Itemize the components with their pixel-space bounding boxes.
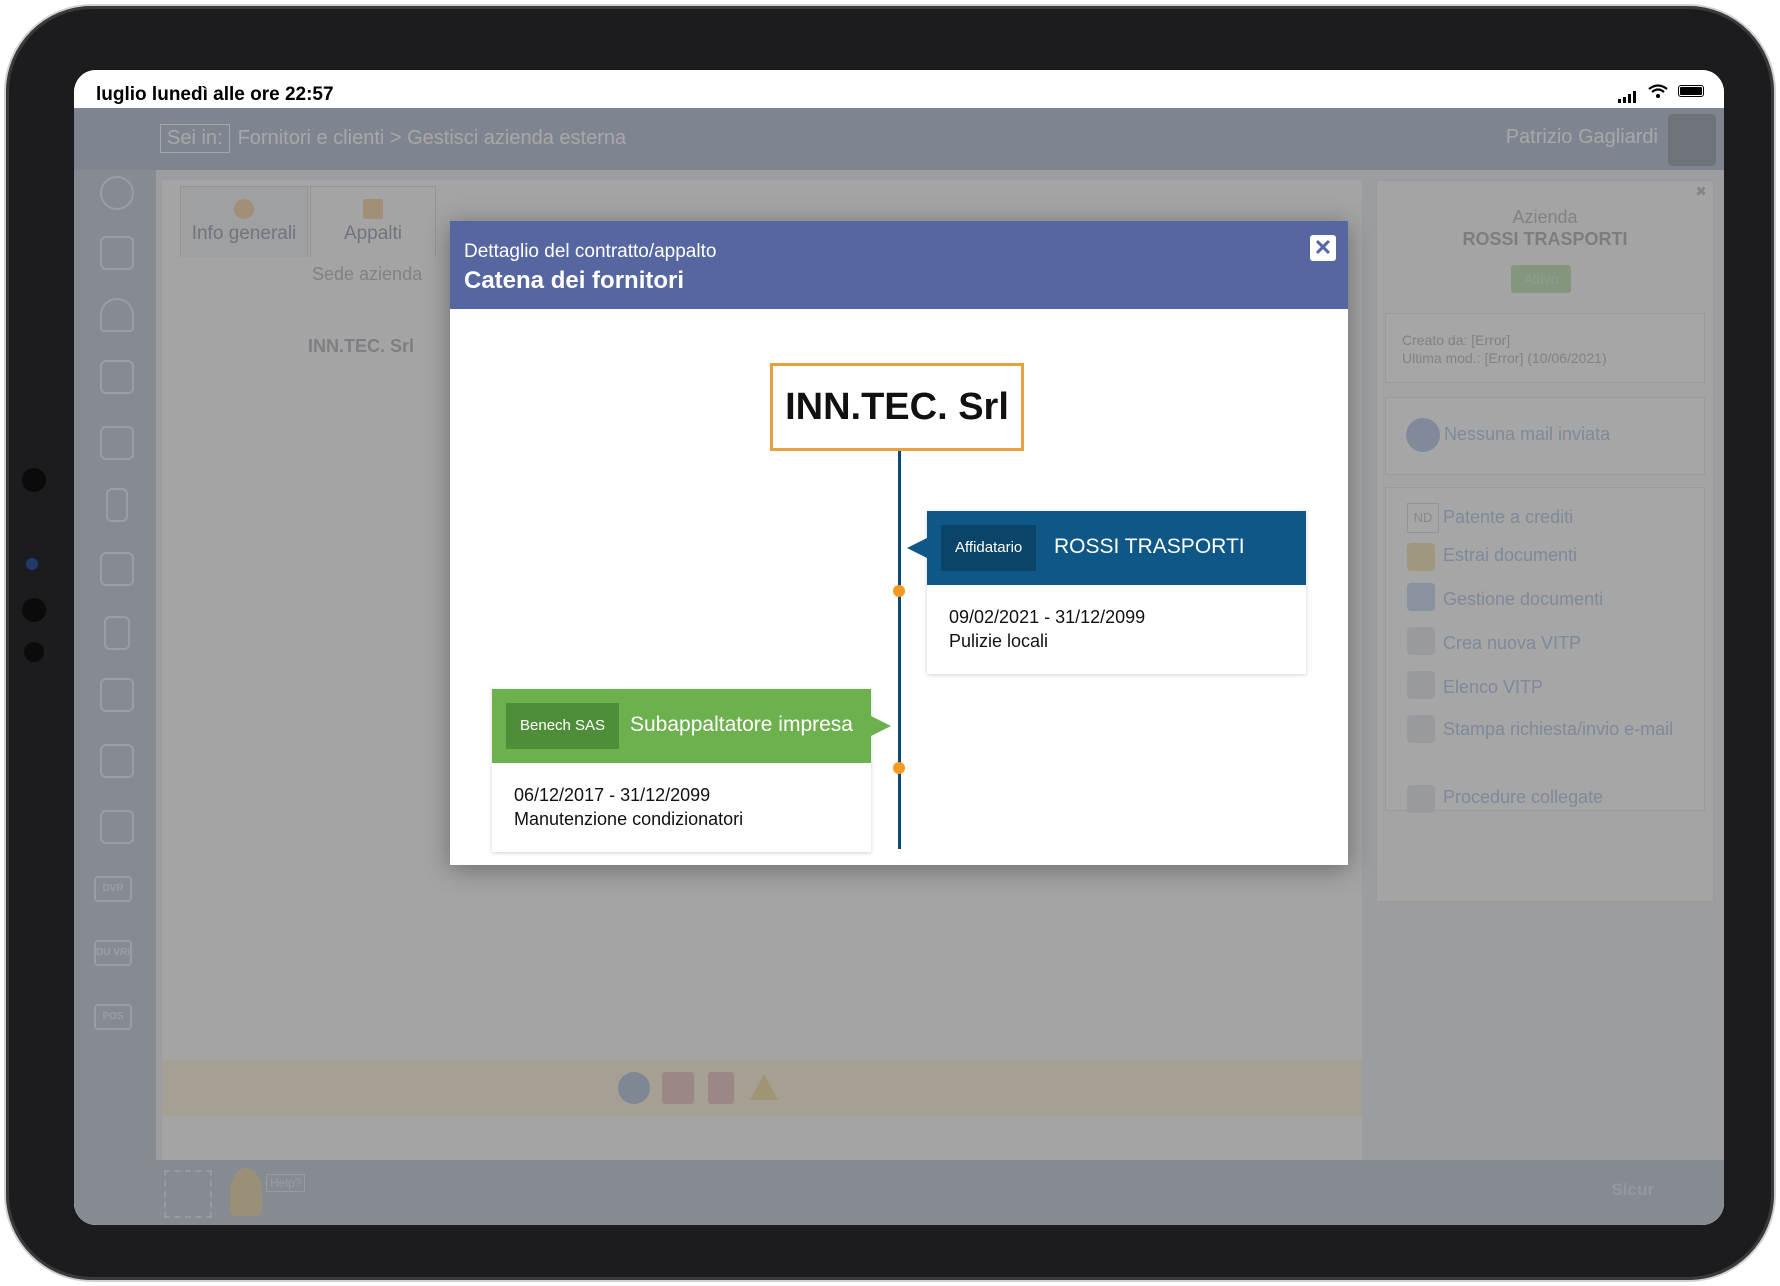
chain-company-name: ROSSI TRASPORTI: [1054, 535, 1245, 558]
chain-period: 09/02/2021 - 31/12/2099: [949, 607, 1146, 627]
camera-dot: [26, 558, 38, 570]
status-time: luglio lunedì alle ore 22:57: [96, 84, 334, 105]
chain-card-header: Benech SAS Subappaltatore impresa: [492, 689, 891, 763]
battery-icon: [1678, 85, 1704, 97]
root-company-name: INN.TEC. Srl: [785, 385, 1009, 428]
camera-dot: [22, 468, 46, 492]
role-badge: Benech SAS: [506, 703, 620, 749]
supplier-chain-modal: Dettaglio del contratto/appalto Catena d…: [450, 221, 1348, 865]
chain-description: Pulizie locali: [949, 631, 1049, 651]
ios-status-bar: luglio lunedì alle ore 22:57: [74, 70, 1724, 108]
chain-card-header: Affidatario ROSSI TRASPORTI: [907, 511, 1306, 585]
modal-title: Catena dei fornitori: [464, 267, 685, 294]
close-button[interactable]: ✕: [1310, 235, 1336, 261]
tablet-frame: luglio lunedì alle ore 22:57 Sei in: For…: [6, 6, 1774, 1280]
chain-node-dot: [893, 585, 905, 597]
camera-dot: [22, 598, 46, 622]
camera-dot: [24, 642, 44, 662]
chain-node-dot: [893, 762, 905, 774]
cellular-signal-icon: [1618, 85, 1638, 103]
modal-subtitle: Dettaglio del contratto/appalto: [464, 241, 717, 262]
chain-line: [898, 451, 901, 849]
close-icon: ✕: [1313, 235, 1333, 260]
chain-card-affidatario[interactable]: Affidatario ROSSI TRASPORTI 09/02/2021 -…: [907, 511, 1306, 674]
role-badge: Affidatario: [941, 525, 1037, 571]
chain-period: 06/12/2017 - 31/12/2099: [514, 785, 711, 805]
chain-card-subappaltatore[interactable]: Benech SAS Subappaltatore impresa 06/12/…: [492, 689, 891, 852]
chain-company-name: Subappaltatore impresa: [630, 713, 853, 736]
status-icons: [1618, 84, 1704, 103]
card-pointer: [871, 716, 891, 736]
wifi-icon: [1648, 84, 1668, 98]
chain-root: INN.TEC. Srl: [770, 363, 1024, 451]
device-screen: luglio lunedì alle ore 22:57 Sei in: For…: [74, 70, 1724, 1225]
chain-description: Manutenzione condizionatori: [514, 809, 744, 829]
modal-header: Dettaglio del contratto/appalto Catena d…: [450, 221, 1348, 309]
card-pointer: [907, 538, 927, 558]
